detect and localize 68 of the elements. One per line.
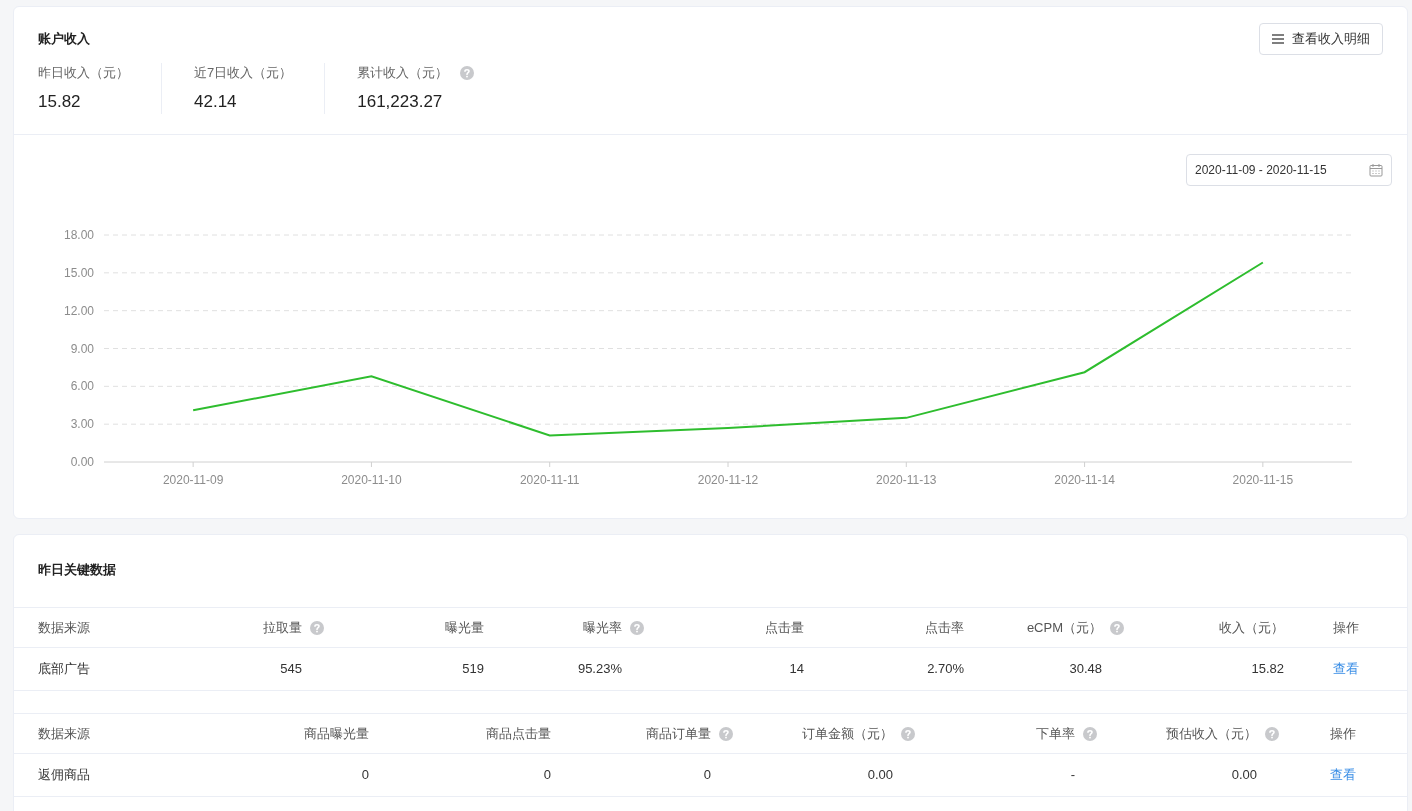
income-detail-button[interactable]: 查看收入明细 <box>1259 23 1383 55</box>
card-title: 账户收入 <box>38 30 90 48</box>
column-header: 订单金额（元） <box>802 724 893 743</box>
table-cell-text: 30.48 <box>1069 660 1102 679</box>
stat-label: 昨日收入（元） <box>38 64 129 82</box>
x-axis-label: 2020-11-12 <box>697 473 759 487</box>
table-cell-text: 15.82 <box>1251 660 1284 679</box>
column-header: 曝光量 <box>445 618 484 637</box>
x-axis-label: 2020-11-13 <box>876 473 937 487</box>
column-header: 商品订单量 <box>646 724 711 743</box>
table-cell-text: 0 <box>361 766 369 785</box>
column-header: 下单率 <box>1036 724 1075 743</box>
y-axis-label: 0.00 <box>70 455 94 469</box>
column-header: 点击率 <box>925 618 964 637</box>
column-header: 操作 <box>1330 724 1356 743</box>
column-header: 拉取量 <box>263 618 302 637</box>
help-icon[interactable] <box>1110 620 1124 635</box>
column-header: 曝光率 <box>583 618 622 637</box>
stat-value: 161,223.27 <box>357 90 444 113</box>
stat-label: 近7日收入（元） <box>194 64 293 82</box>
y-axis-label: 18.00 <box>63 228 94 242</box>
stat-value: 42.14 <box>194 90 238 113</box>
y-axis-label: 9.00 <box>70 341 94 356</box>
y-axis-label: 12.00 <box>63 303 94 318</box>
card-title: 昨日关键数据 <box>38 562 116 577</box>
help-icon[interactable] <box>719 726 733 741</box>
menu-icon <box>1272 34 1284 44</box>
column-header: 商品曝光量 <box>304 724 369 743</box>
date-range-field[interactable]: 2020-11-09 - 2020-11-15 <box>1186 154 1392 186</box>
stat-label: 累计收入（元） <box>357 64 449 82</box>
table-cell-text: - <box>1070 766 1075 785</box>
help-icon[interactable] <box>901 726 915 741</box>
y-axis-label: 6.00 <box>70 379 94 394</box>
view-link[interactable]: 查看 <box>1332 659 1359 679</box>
column-header: 点击量 <box>765 618 804 637</box>
column-header: 数据来源 <box>38 724 90 743</box>
y-axis-label: 15.00 <box>63 265 94 280</box>
table-cell-text: 0.00 <box>867 766 893 785</box>
column-header: 商品点击量 <box>486 724 551 743</box>
x-axis-label: 2020-11-15 <box>1232 473 1294 487</box>
column-header: 预估收入（元） <box>1166 724 1257 743</box>
table-cell-text: 底部广告 <box>38 660 90 679</box>
table-cell-text: 0 <box>703 766 711 785</box>
table-cell-text: 2.70% <box>927 660 964 679</box>
table-cell-text: 545 <box>280 660 302 679</box>
y-axis-label: 3.00 <box>70 417 94 432</box>
column-header: 收入（元） <box>1219 618 1284 637</box>
column-header: 数据来源 <box>38 618 90 637</box>
table-cell-text: 95.23% <box>577 660 622 679</box>
column-header: 操作 <box>1332 618 1359 637</box>
x-axis-label: 2020-11-09 <box>162 473 224 487</box>
stat-value: 15.82 <box>38 90 82 113</box>
x-axis-label: 2020-11-10 <box>341 473 402 487</box>
help-icon[interactable] <box>1265 726 1279 741</box>
table-cell-text: 519 <box>462 660 484 679</box>
table-cell-text: 14 <box>789 660 804 679</box>
help-icon[interactable] <box>630 620 644 635</box>
calendar-icon <box>1369 163 1383 177</box>
x-axis-label: 2020-11-11 <box>519 473 580 487</box>
table-cell-text: 返佣商品 <box>38 766 90 785</box>
view-link[interactable]: 查看 <box>1330 765 1356 785</box>
help-icon[interactable] <box>1083 726 1097 741</box>
help-icon[interactable] <box>460 65 475 80</box>
table-cell-text: 0 <box>543 766 551 785</box>
help-icon[interactable] <box>310 620 324 635</box>
column-header: eCPM（元） <box>1026 618 1102 637</box>
table-cell-text: 0.00 <box>1231 766 1257 785</box>
x-axis-label: 2020-11-14 <box>1054 473 1115 487</box>
